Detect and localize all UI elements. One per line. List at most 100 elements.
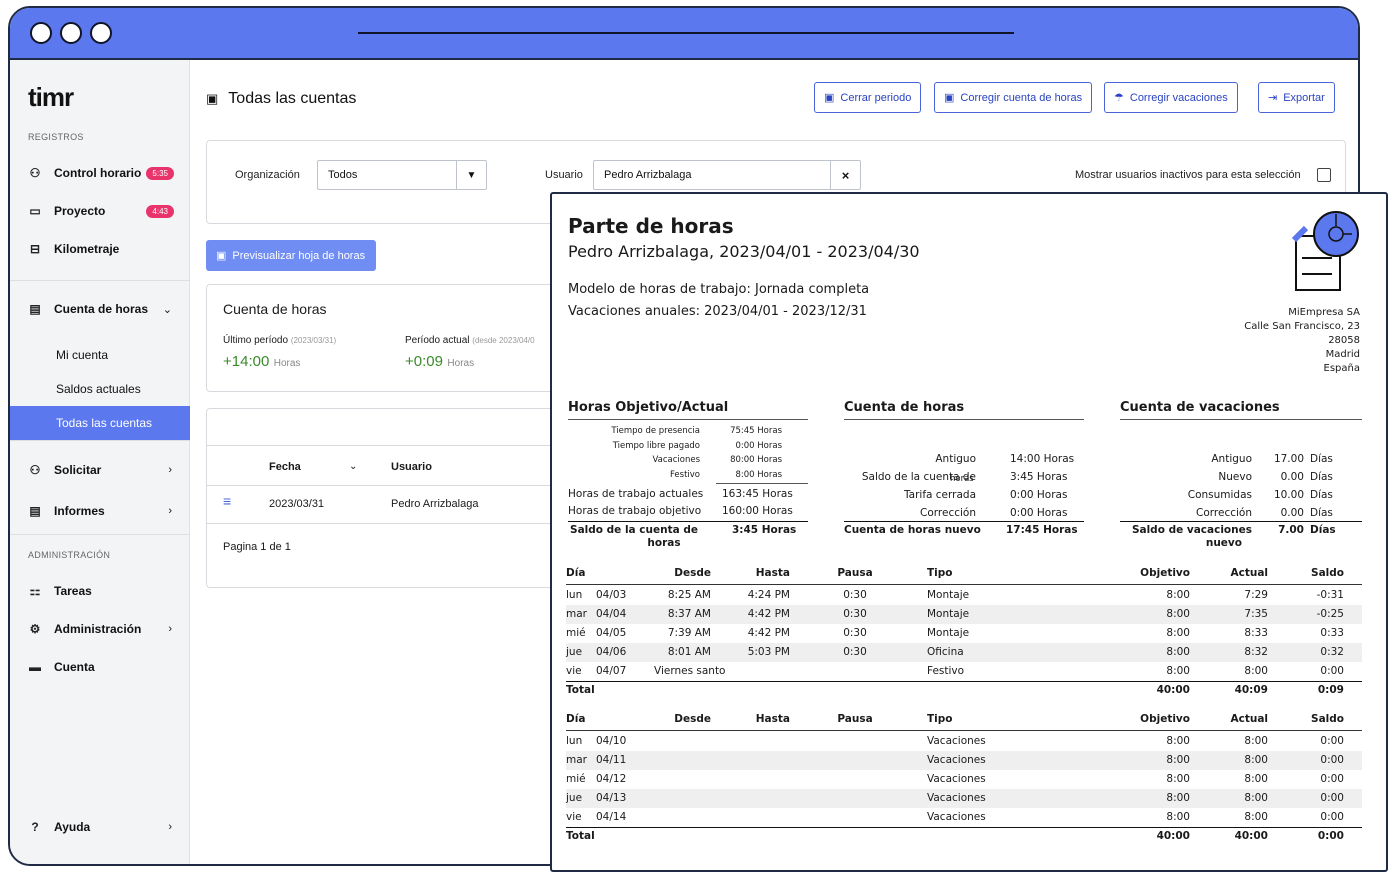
column-header: Tipo <box>927 567 953 579</box>
table-cell: Vacaciones <box>927 754 986 766</box>
corregir-vacaciones-button[interactable]: ☂ Corregir vacaciones <box>1104 82 1238 113</box>
table-row: vie 04/07 Viernes santo Festivo 8:00 8:00 0:00 <box>566 662 1362 681</box>
credit-card-icon: ▬ <box>29 660 41 674</box>
table-cell: vie <box>566 811 582 823</box>
table-cell: 0:09 <box>1317 684 1344 696</box>
table-cell: 04/05 <box>596 627 627 639</box>
window-minimize-dot[interactable] <box>60 22 82 44</box>
table-cell: 04/14 <box>596 811 627 823</box>
caret-down-icon[interactable]: ▼ <box>456 161 486 189</box>
fecha-column-header[interactable]: Fecha <box>269 461 301 473</box>
ultimo-periodo-value: +14:00 Horas <box>223 353 301 370</box>
table-cell: 8:00 <box>1244 754 1268 766</box>
table-cell: 8:37 AM <box>667 608 711 620</box>
table-cell: 7:39 AM <box>667 627 711 639</box>
chevron-right-icon: › <box>168 623 172 635</box>
address-bar[interactable] <box>358 32 1014 34</box>
clock-user-icon: ⚇ <box>29 166 41 180</box>
sidebar-item-administracion[interactable]: ⚙ Administración › <box>10 614 190 644</box>
table-cell: 8:00 <box>1166 754 1190 766</box>
document-icon: ▤ <box>29 302 41 316</box>
ultimo-periodo-label: Último período (2023/03/31) <box>223 335 337 346</box>
sidebar-item-label: Ayuda <box>54 820 91 834</box>
table-cell: 8:00 <box>1166 735 1190 747</box>
sidebar-item-cuenta-de-horas[interactable]: ▤ Cuenta de horas ⌄ <box>10 294 190 324</box>
status-badge: 4:43 <box>146 204 174 218</box>
usuario-select[interactable]: Pedro Arrizbalaga × <box>593 160 861 190</box>
report-subtitle: Pedro Arrizbalaga, 2023/04/01 - 2023/04/… <box>568 242 920 261</box>
corregir-cuenta-button[interactable]: ▣ Corregir cuenta de horas <box>934 82 1093 113</box>
table-cell: 40:00 <box>1156 830 1190 842</box>
row-menu-icon[interactable]: ≡ <box>223 493 231 509</box>
table-cell: 0:00 <box>1320 792 1344 804</box>
sidebar-item-label: Kilometraje <box>54 242 120 256</box>
table-row: lun 04/03 8:25 AM 4:24 PM 0:30 Montaje 8:00 7:2… <box>566 586 1362 605</box>
sidebar-item-solicitar[interactable]: ⚇ Solicitar › <box>10 455 190 485</box>
table-cell: 0:30 <box>843 627 867 639</box>
sidebar-item-informes[interactable]: ▤ Informes › <box>10 496 190 526</box>
sidebar-subitem-todas-las-cuentas[interactable]: Todas las cuentas <box>10 406 190 440</box>
table-cell: 7:29 <box>1244 589 1268 601</box>
window-close-dot[interactable] <box>30 22 52 44</box>
sidebar-item-cuenta[interactable]: ▬ Cuenta <box>10 652 190 682</box>
table-row-usuario: Pedro Arrizbalaga <box>391 498 479 510</box>
column-header: Objetivo <box>1140 567 1190 579</box>
sidebar-subitem-mi-cuenta[interactable]: Mi cuenta <box>10 338 190 372</box>
inactive-users-checkbox[interactable] <box>1317 168 1331 182</box>
sidebar-item-label: Solicitar <box>54 463 102 477</box>
sidebar-item-ayuda[interactable]: ? Ayuda › <box>10 812 190 842</box>
hierarchy-icon: ⚏ <box>29 584 41 598</box>
column-header: Actual <box>1230 713 1268 725</box>
sidebar-item-control-horario[interactable]: ⚇ Control horario 5:35 <box>10 158 190 188</box>
timesheet-clock-icon <box>1291 211 1359 291</box>
app-logo[interactable]: timr <box>28 82 74 113</box>
column-header: Actual <box>1230 567 1268 579</box>
sort-chevron-icon[interactable]: ⌄ <box>349 461 357 472</box>
briefcase-icon: ▭ <box>29 204 41 218</box>
clear-icon[interactable]: × <box>830 161 860 189</box>
total-row: Total 40:00 40:09 0:09 <box>566 681 1362 700</box>
edit-document-icon: ▣ <box>944 92 955 104</box>
sidebar: timr REGISTROS ⚇ Control horario 5:35 ▭ Pro… <box>10 60 190 864</box>
table-cell: mié <box>566 627 586 639</box>
table-cell: 8:00 <box>1166 589 1190 601</box>
table-cell: lun <box>566 589 583 601</box>
chevron-right-icon: › <box>168 821 172 833</box>
sidebar-item-tareas[interactable]: ⚏ Tareas <box>10 576 190 606</box>
sidebar-item-label: Informes <box>54 504 105 518</box>
organizacion-label: Organización <box>235 169 300 181</box>
table-cell: Oficina <box>927 646 964 658</box>
table-header-row: Día Desde Hasta Pausa Tipo Objetivo Actual Sald… <box>566 710 1362 729</box>
column-header: Desde <box>674 567 711 579</box>
table-cell: 5:03 PM <box>747 646 790 658</box>
table-cell: 7:35 <box>1244 608 1268 620</box>
organizacion-select[interactable]: Todos ▼ <box>317 160 487 190</box>
card-title: Cuenta de horas <box>223 301 327 317</box>
table-cell: vie <box>566 665 582 677</box>
table-cell: Vacaciones <box>927 773 986 785</box>
sidebar-item-label: Cuenta de horas <box>54 302 149 316</box>
table-cell: 0:00 <box>1320 811 1344 823</box>
table-cell: 04/10 <box>596 735 627 747</box>
table-cell: 8:00 <box>1166 627 1190 639</box>
cerrar-periodo-button[interactable]: ▣ Cerrar periodo <box>814 82 922 113</box>
table-cell: 4:42 PM <box>747 608 790 620</box>
sidebar-item-kilometraje[interactable]: ⊟ Kilometraje <box>10 234 190 264</box>
table-cell: 8:33 <box>1244 627 1268 639</box>
title-bar <box>10 8 1358 60</box>
gear-icon: ⚙ <box>29 622 41 636</box>
sidebar-subitem-saldos-actuales[interactable]: Saldos actuales <box>10 372 190 406</box>
table-cell: jue <box>566 792 583 804</box>
sidebar-item-proyecto[interactable]: ▭ Proyecto 4:43 <box>10 196 190 226</box>
chevron-right-icon: › <box>168 464 172 476</box>
column-header: Hasta <box>755 567 790 579</box>
window-maximize-dot[interactable] <box>90 22 112 44</box>
total-row: Total 40:00 40:00 0:00 <box>566 827 1362 846</box>
usuario-column-header[interactable]: Usuario <box>391 461 432 473</box>
sidebar-item-label: Cuenta <box>54 660 95 674</box>
table-cell: lun <box>566 735 583 747</box>
user-document-icon: ▣ <box>206 91 219 106</box>
previsualizar-button[interactable]: ▣ Previsualizar hoja de horas <box>206 240 376 271</box>
usuario-label: Usuario <box>545 169 583 181</box>
exportar-button[interactable]: ⇥ Exportar <box>1258 82 1335 113</box>
